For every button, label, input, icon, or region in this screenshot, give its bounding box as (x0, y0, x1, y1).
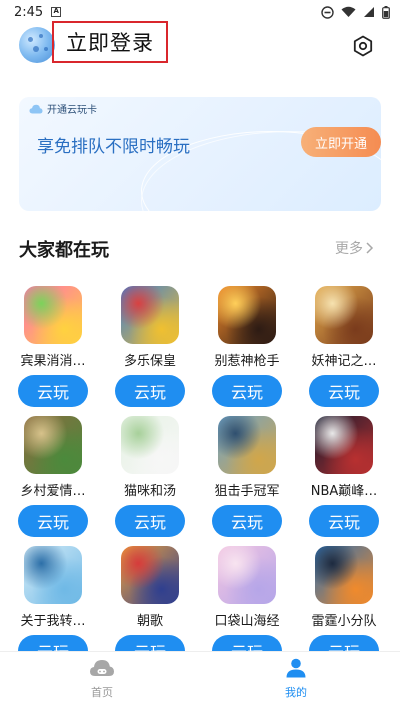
cloud-play-button[interactable]: 云玩 (309, 505, 379, 537)
game-name: 关于我转… (20, 614, 86, 629)
banner-headline: 享免排队不限时畅玩 (37, 137, 190, 157)
game-grid: 宾果消消… 云玩 多乐保皇 云玩 别惹神枪手 云玩 妖神记之… 云玩 乡村爱情… 云玩 猫咪和汤 云玩… (0, 278, 400, 653)
status-time: 2:45 (14, 4, 44, 20)
battery-icon (382, 5, 390, 19)
game-icon[interactable] (218, 416, 276, 474)
cloud-play-button[interactable]: 云玩 (212, 505, 282, 537)
game-name: 宾果消消… (20, 354, 86, 369)
game-name: 口袋山海经 (214, 614, 280, 629)
game-icon[interactable] (121, 286, 179, 344)
bottom-tab-bar: 首页 我的 (0, 651, 400, 710)
game-name: 狙击手冠军 (214, 484, 280, 499)
game-card[interactable]: NBA巅峰… 云玩 (304, 416, 384, 537)
tab-mine-label: 我的 (285, 686, 307, 699)
cloud-icon (29, 104, 43, 113)
game-card[interactable]: 雷霆小分队 云玩 (304, 546, 384, 653)
game-icon[interactable] (315, 416, 373, 474)
game-name: 雷霆小分队 (311, 614, 377, 629)
banner-tag: 开通云玩卡 (29, 101, 97, 116)
game-icon[interactable] (121, 416, 179, 474)
game-card[interactable]: 狙击手冠军 云玩 (207, 416, 287, 537)
tab-mine[interactable]: 我的 (266, 658, 326, 700)
cloud-play-button[interactable]: 云玩 (309, 375, 379, 407)
game-card[interactable]: 多乐保皇 云玩 (110, 286, 190, 407)
notification-icon: A (51, 7, 62, 17)
activate-now-button[interactable]: 立即开通 (301, 127, 381, 157)
cloud-card-banner[interactable]: 开通云玩卡 享免排队不限时畅玩 立即开通 (19, 97, 381, 211)
game-icon[interactable] (218, 286, 276, 344)
profile-header: 立即登录 (0, 21, 400, 72)
person-icon (286, 658, 306, 678)
more-link[interactable]: 更多 (335, 238, 374, 258)
login-label: 立即登录 (66, 31, 154, 55)
game-name: 多乐保皇 (123, 354, 176, 369)
game-icon[interactable] (24, 286, 82, 344)
cloud-play-button[interactable]: 云玩 (115, 505, 185, 537)
cloud-play-button[interactable]: 云玩 (212, 375, 282, 407)
game-card[interactable]: 朝歌 云玩 (110, 546, 190, 653)
do-not-disturb-icon (321, 5, 334, 19)
game-name: 猫咪和汤 (123, 484, 176, 499)
game-icon[interactable] (121, 546, 179, 604)
game-name: 别惹神枪手 (214, 354, 280, 369)
signal-icon (364, 7, 374, 17)
game-name: 妖神记之… (311, 354, 377, 369)
tab-home-label: 首页 (91, 686, 113, 699)
banner-tag-label: 开通云玩卡 (47, 105, 97, 116)
game-name: NBA巅峰… (310, 484, 378, 499)
game-icon[interactable] (315, 286, 373, 344)
game-card[interactable]: 关于我转… 云玩 (13, 546, 93, 653)
game-card[interactable]: 妖神记之… 云玩 (304, 286, 384, 407)
game-icon[interactable] (24, 416, 82, 474)
wifi-icon (341, 6, 356, 17)
tab-home[interactable]: 首页 (72, 658, 132, 700)
game-name: 乡村爱情… (20, 484, 86, 499)
game-card[interactable]: 口袋山海经 云玩 (207, 546, 287, 653)
cloud-gamepad-icon (90, 660, 114, 676)
game-icon[interactable] (315, 546, 373, 604)
game-icon[interactable] (24, 546, 82, 604)
cloud-play-button[interactable]: 云玩 (18, 375, 88, 407)
more-label: 更多 (335, 241, 363, 257)
game-name: 朝歌 (136, 614, 163, 629)
login-button[interactable]: 立即登录 (52, 21, 168, 63)
game-card[interactable]: 宾果消消… 云玩 (13, 286, 93, 407)
settings-icon[interactable] (352, 35, 374, 57)
cloud-play-button[interactable]: 云玩 (18, 505, 88, 537)
cloud-play-button[interactable]: 云玩 (115, 375, 185, 407)
game-icon[interactable] (218, 546, 276, 604)
game-card[interactable]: 乡村爱情… 云玩 (13, 416, 93, 537)
game-card[interactable]: 猫咪和汤 云玩 (110, 416, 190, 537)
avatar[interactable] (19, 27, 55, 63)
chevron-right-icon (366, 242, 374, 254)
game-card[interactable]: 别惹神枪手 云玩 (207, 286, 287, 407)
section-title: 大家都在玩 (19, 240, 109, 261)
